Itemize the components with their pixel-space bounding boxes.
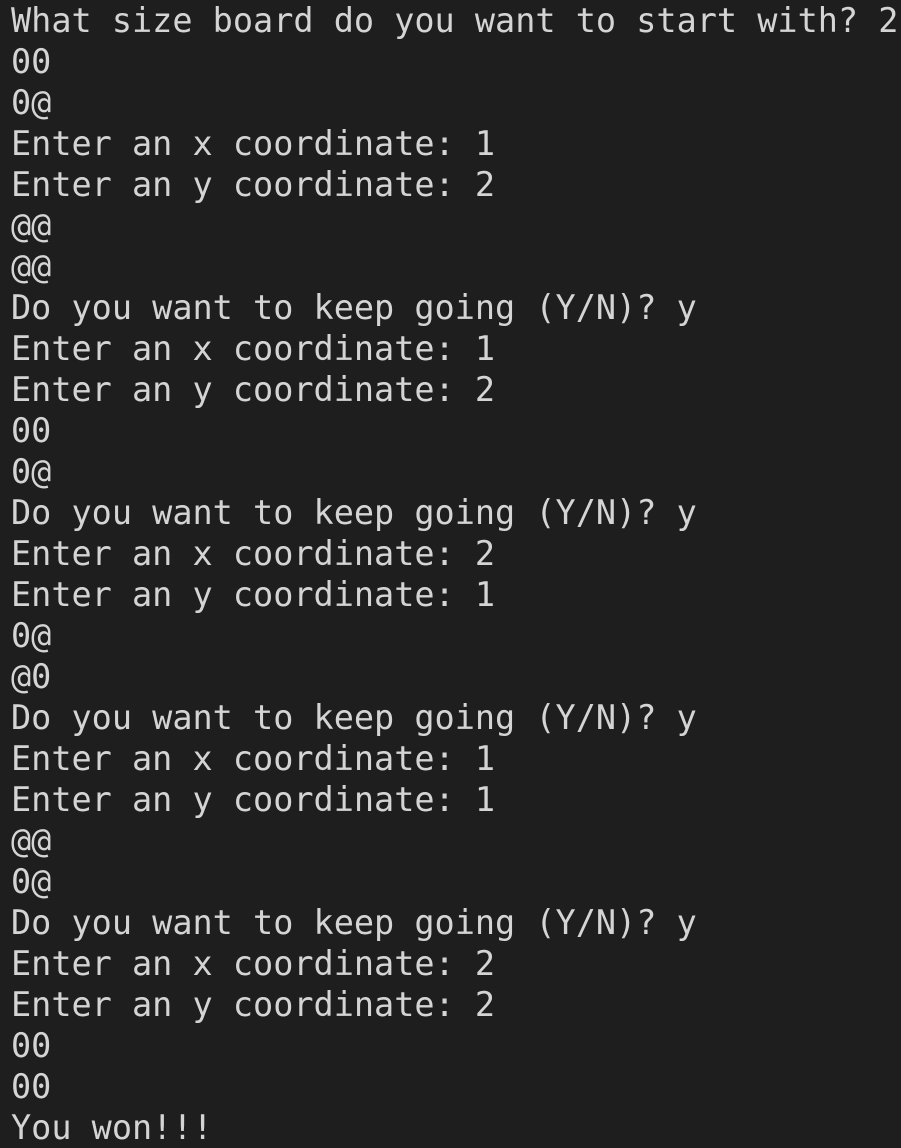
board-row: 0@ (11, 83, 52, 122)
keep-going-prompt: Do you want to keep going (Y/N)? y (11, 903, 697, 942)
x-coordinate-prompt: Enter an x coordinate: 1 (11, 739, 496, 778)
terminal-window[interactable]: What size board do you want to start wit… (0, 0, 901, 1148)
x-coordinate-prompt: Enter an x coordinate: 1 (11, 124, 496, 163)
board-row: 00 (11, 1026, 52, 1065)
y-coordinate-prompt: Enter an y coordinate: 2 (11, 370, 496, 409)
board-row: 00 (11, 42, 52, 81)
board-row: 00 (11, 411, 52, 450)
keep-going-prompt: Do you want to keep going (Y/N)? y (11, 698, 697, 737)
board-row: @@ (11, 206, 52, 245)
x-coordinate-prompt: Enter an x coordinate: 2 (11, 534, 496, 573)
x-coordinate-prompt: Enter an x coordinate: 1 (11, 329, 496, 368)
win-message: You won!!! (11, 1108, 213, 1147)
board-row: @0 (11, 657, 52, 696)
board-row: 00 (11, 1067, 52, 1106)
keep-going-prompt: Do you want to keep going (Y/N)? y (11, 493, 697, 532)
board-row: 0@ (11, 862, 52, 901)
keep-going-prompt: Do you want to keep going (Y/N)? y (11, 288, 697, 327)
y-coordinate-prompt: Enter an y coordinate: 1 (11, 780, 496, 819)
board-row: @@ (11, 247, 52, 286)
terminal-output: What size board do you want to start wit… (11, 0, 901, 1148)
board-row: @@ (11, 821, 52, 860)
board-row: 0@ (11, 616, 52, 655)
x-coordinate-prompt: Enter an x coordinate: 2 (11, 944, 496, 983)
y-coordinate-prompt: Enter an y coordinate: 1 (11, 575, 496, 614)
board-size-prompt: What size board do you want to start wit… (11, 1, 899, 40)
y-coordinate-prompt: Enter an y coordinate: 2 (11, 985, 496, 1024)
y-coordinate-prompt: Enter an y coordinate: 2 (11, 165, 496, 204)
board-row: 0@ (11, 452, 52, 491)
